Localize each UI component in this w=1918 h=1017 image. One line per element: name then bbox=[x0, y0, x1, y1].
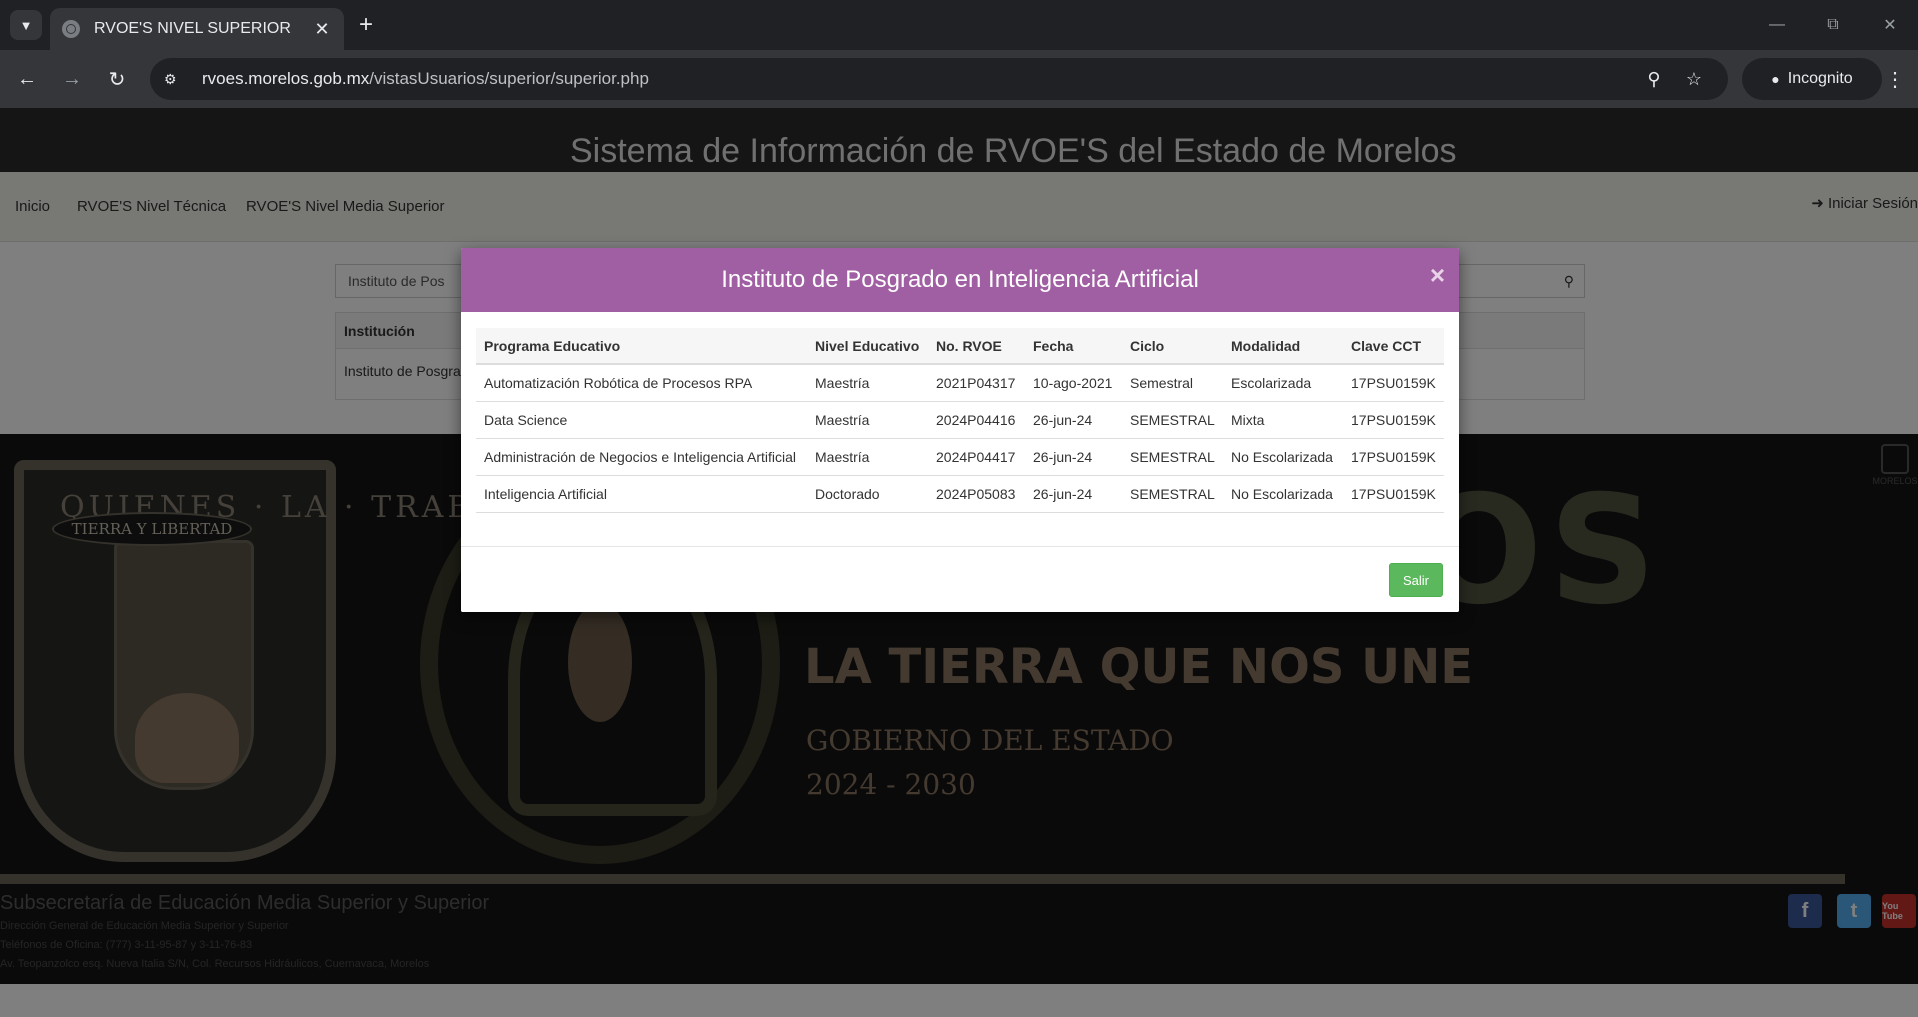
incognito-label: Incognito bbox=[1787, 70, 1853, 87]
table-row: Automatización Robótica de Procesos RPA … bbox=[476, 364, 1444, 402]
cell-programa: Data Science bbox=[476, 401, 807, 439]
close-icon[interactable]: × bbox=[1430, 262, 1445, 288]
cell-fecha: 26-jun-24 bbox=[1025, 475, 1122, 513]
browser-tab[interactable]: RVOE'S NIVEL SUPERIOR ✕ bbox=[50, 8, 344, 50]
minimize-icon[interactable]: — bbox=[1757, 10, 1797, 40]
col-nivel: Nivel Educativo bbox=[807, 328, 928, 365]
cell-modalidad: No Escolarizada bbox=[1223, 475, 1343, 513]
cell-modalidad: No Escolarizada bbox=[1223, 438, 1343, 476]
more-icon[interactable]: ⋮ bbox=[1880, 64, 1910, 94]
cell-programa: Inteligencia Artificial bbox=[476, 475, 807, 513]
programs-table: Programa Educativo Nivel Educativo No. R… bbox=[476, 328, 1444, 513]
browser-toolbar: ← → ↻ ⚙ rvoes.morelos.gob.mx/vistasUsuar… bbox=[0, 50, 1918, 108]
tab-title: RVOE'S NIVEL SUPERIOR bbox=[94, 20, 291, 37]
modal-title: Instituto de Posgrado en Inteligencia Ar… bbox=[721, 266, 1199, 293]
star-icon[interactable]: ☆ bbox=[1674, 69, 1714, 90]
browser-tab-bar: ▼ RVOE'S NIVEL SUPERIOR ✕ + — ⧉ ✕ bbox=[0, 0, 1918, 50]
table-header-row: Programa Educativo Nivel Educativo No. R… bbox=[476, 328, 1444, 365]
cell-programa: Automatización Robótica de Procesos RPA bbox=[476, 364, 807, 402]
restore-icon[interactable]: ⧉ bbox=[1813, 10, 1853, 40]
modal-footer: Salir bbox=[461, 546, 1459, 612]
col-programa: Programa Educativo bbox=[476, 328, 807, 365]
cell-modalidad: Mixta bbox=[1223, 401, 1343, 439]
col-modalidad: Modalidad bbox=[1223, 328, 1343, 365]
col-ciclo: Ciclo bbox=[1122, 328, 1223, 365]
salir-button[interactable]: Salir bbox=[1389, 563, 1443, 597]
cell-ciclo: SEMESTRAL bbox=[1122, 438, 1223, 476]
cell-rvoe: 2024P04417 bbox=[928, 438, 1025, 476]
window-close-icon[interactable]: ✕ bbox=[1870, 10, 1910, 40]
url-host: rvoes.morelos.gob.mx bbox=[202, 69, 370, 88]
cell-ciclo: Semestral bbox=[1122, 364, 1223, 402]
cell-clave: 17PSU0159K bbox=[1343, 438, 1444, 476]
incognito-button[interactable]: ● Incognito bbox=[1742, 58, 1882, 100]
cell-rvoe: 2024P04416 bbox=[928, 401, 1025, 439]
cell-nivel: Maestría bbox=[807, 401, 928, 439]
col-fecha: Fecha bbox=[1025, 328, 1122, 365]
address-bar[interactable]: ⚙ rvoes.morelos.gob.mx/vistasUsuarios/su… bbox=[150, 58, 1728, 100]
cell-rvoe: 2024P05083 bbox=[928, 475, 1025, 513]
zoom-icon[interactable]: ⚲ bbox=[1634, 69, 1674, 90]
url-path: /vistasUsuarios/superior/superior.php bbox=[369, 69, 649, 88]
globe-icon bbox=[62, 20, 80, 38]
table-row: Inteligencia Artificial Doctorado 2024P0… bbox=[476, 475, 1444, 513]
col-rvoe: No. RVOE bbox=[928, 328, 1025, 365]
table-row: Data Science Maestría 2024P04416 26-jun-… bbox=[476, 401, 1444, 439]
cell-clave: 17PSU0159K bbox=[1343, 475, 1444, 513]
plus-icon[interactable]: + bbox=[352, 10, 380, 40]
cell-nivel: Doctorado bbox=[807, 475, 928, 513]
cell-modalidad: Escolarizada bbox=[1223, 364, 1343, 402]
cell-fecha: 10-ago-2021 bbox=[1025, 364, 1122, 402]
cell-programa: Administración de Negocios e Inteligenci… bbox=[476, 438, 807, 476]
cell-fecha: 26-jun-24 bbox=[1025, 438, 1122, 476]
modal-backdrop[interactable]: Instituto de Posgrado en Inteligencia Ar… bbox=[0, 108, 1918, 1017]
table-row: Administración de Negocios e Inteligenci… bbox=[476, 438, 1444, 476]
close-icon[interactable]: ✕ bbox=[312, 19, 332, 40]
cell-clave: 17PSU0159K bbox=[1343, 364, 1444, 402]
url-text[interactable]: rvoes.morelos.gob.mx/vistasUsuarios/supe… bbox=[202, 69, 1634, 89]
site-info-icon[interactable]: ⚙ bbox=[164, 71, 186, 88]
forward-icon[interactable]: → bbox=[57, 64, 87, 94]
tab-search-icon[interactable]: ▼ bbox=[10, 10, 42, 40]
col-clave: Clave CCT bbox=[1343, 328, 1444, 365]
reload-icon[interactable]: ↻ bbox=[102, 64, 132, 94]
cell-ciclo: SEMESTRAL bbox=[1122, 401, 1223, 439]
cell-nivel: Maestría bbox=[807, 364, 928, 402]
incognito-icon: ● bbox=[1771, 71, 1780, 87]
back-icon[interactable]: ← bbox=[12, 64, 42, 94]
cell-rvoe: 2021P04317 bbox=[928, 364, 1025, 402]
cell-nivel: Maestría bbox=[807, 438, 928, 476]
cell-ciclo: SEMESTRAL bbox=[1122, 475, 1223, 513]
program-modal: Instituto de Posgrado en Inteligencia Ar… bbox=[461, 248, 1459, 612]
cell-fecha: 26-jun-24 bbox=[1025, 401, 1122, 439]
cell-clave: 17PSU0159K bbox=[1343, 401, 1444, 439]
modal-header: Instituto de Posgrado en Inteligencia Ar… bbox=[461, 248, 1459, 312]
